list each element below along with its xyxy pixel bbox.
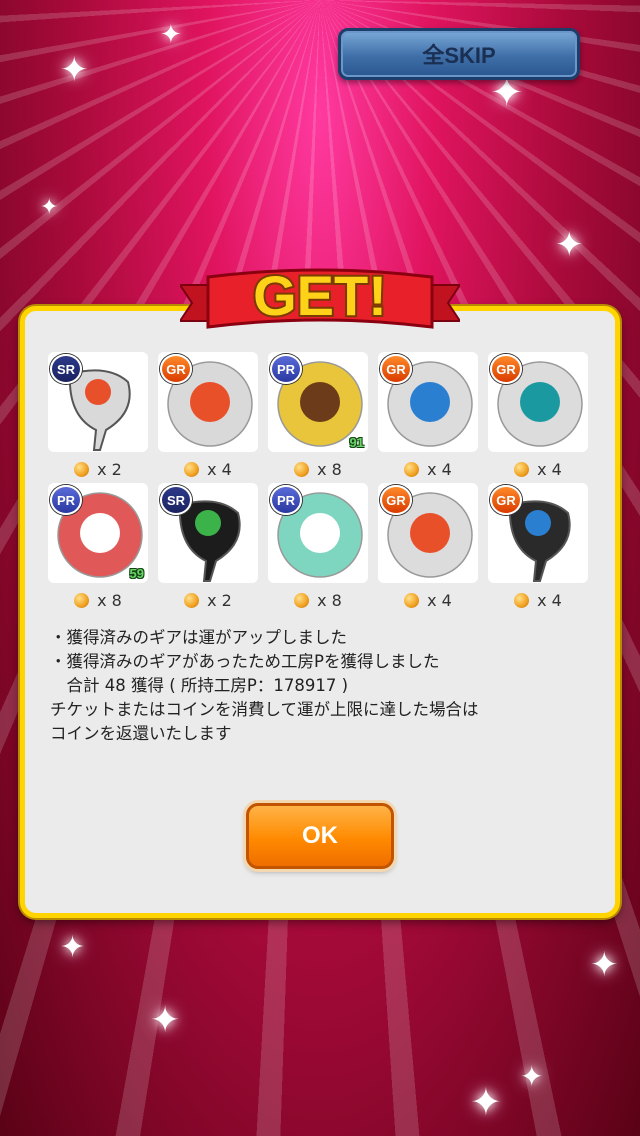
sparkle-icon: ✦ <box>590 945 619 985</box>
item-count-label: x 4 <box>537 590 562 610</box>
coin-icon <box>404 592 420 608</box>
get-banner-text: GET! <box>253 264 387 327</box>
gear-item: GR x 4 <box>158 352 258 480</box>
rarity-badge: GR <box>490 485 522 515</box>
gear-item: GR x 4 <box>378 352 478 480</box>
driver-club-icon: SR <box>158 483 258 583</box>
sparkle-icon: ✦ <box>470 1080 502 1124</box>
message-line: チケットまたはコインを消費して運が上限に達した場合は <box>50 700 479 719</box>
item-count: x 8 <box>268 589 368 611</box>
coin-icon <box>74 461 90 477</box>
rarity-badge: PR <box>270 354 302 384</box>
coin-icon <box>514 592 530 608</box>
item-count-label: x 8 <box>317 459 342 479</box>
golf-ball-icon: PR <box>268 483 368 583</box>
gear-item: GR x 4 <box>488 483 588 611</box>
golf-ball-icon: PR 91 <box>268 352 368 452</box>
coin-icon <box>294 592 310 608</box>
golf-ball-icon: GR <box>158 352 258 452</box>
coin-icon <box>404 461 420 477</box>
item-count: x 4 <box>488 589 588 611</box>
gear-item: GR x 4 <box>488 352 588 480</box>
coin-icon <box>74 592 90 608</box>
message-line: ・獲得済みのギアは運がアップしました <box>50 628 347 647</box>
ok-button[interactable]: OK <box>246 803 394 869</box>
gear-item: SR x 2 <box>158 483 258 611</box>
skip-all-button[interactable]: 全SKIP <box>338 28 580 80</box>
item-count-label: x 8 <box>317 590 342 610</box>
sparkle-icon: ✦ <box>160 20 182 50</box>
item-count-label: x 2 <box>207 590 232 610</box>
item-count: x 4 <box>378 589 478 611</box>
sparkle-icon: ✦ <box>150 1000 181 1041</box>
rarity-badge: GR <box>380 354 412 384</box>
rarity-badge: PR <box>270 485 302 515</box>
luck-value: 59 <box>129 566 144 581</box>
luck-value: 91 <box>349 435 364 450</box>
item-count: x 4 <box>488 458 588 480</box>
rarity-badge: GR <box>160 354 192 384</box>
sparkle-icon: ✦ <box>60 930 86 965</box>
golf-ball-icon: GR <box>488 352 588 452</box>
item-count: x 8 <box>268 458 368 480</box>
gear-item: SR x 2 <box>48 352 148 480</box>
sparkle-icon: ✦ <box>40 195 59 220</box>
item-count: x 8 <box>48 589 148 611</box>
driver-club-icon: GR <box>488 483 588 583</box>
rarity-badge: PR <box>50 485 82 515</box>
item-count-label: x 2 <box>97 459 122 479</box>
rarity-badge: SR <box>50 354 82 384</box>
sparkle-icon: ✦ <box>520 1060 544 1093</box>
golf-ball-icon: PR 59 <box>48 483 148 583</box>
rarity-badge: SR <box>160 485 192 515</box>
coin-icon <box>184 592 200 608</box>
message-line: 合計 48 獲得 ( 所持工房P：178917 ) <box>50 676 349 695</box>
item-count: x 4 <box>378 458 478 480</box>
item-count: x 4 <box>158 458 258 480</box>
item-count-label: x 4 <box>537 459 562 479</box>
gear-item: PR 91 x 8 <box>268 352 368 480</box>
driver-club-icon: SR <box>48 352 148 452</box>
item-count: x 2 <box>158 589 258 611</box>
item-count-label: x 4 <box>207 459 232 479</box>
golf-ball-icon: GR <box>378 483 478 583</box>
item-count-label: x 4 <box>427 590 452 610</box>
coin-icon <box>294 461 310 477</box>
item-count-label: x 8 <box>97 590 122 610</box>
item-count-label: x 4 <box>427 459 452 479</box>
get-banner: GET! <box>180 262 460 329</box>
golf-ball-icon: GR <box>378 352 478 452</box>
coin-icon <box>514 461 530 477</box>
gear-item: GR x 4 <box>378 483 478 611</box>
sparkle-icon: ✦ <box>555 225 584 265</box>
sparkle-icon: ✦ <box>60 50 89 90</box>
gear-item: PR 59 x 8 <box>48 483 148 611</box>
message-line: ・獲得済みのギアがあったため工房Pを獲得しました <box>50 652 440 671</box>
result-message: ・獲得済みのギアは運がアップしました ・獲得済みのギアがあったため工房Pを獲得し… <box>50 626 590 746</box>
rarity-badge: GR <box>490 354 522 384</box>
item-count: x 2 <box>48 458 148 480</box>
gear-item: PR x 8 <box>268 483 368 611</box>
message-line: コインを返還いたします <box>50 724 232 743</box>
rarity-badge: GR <box>380 485 412 515</box>
coin-icon <box>184 461 200 477</box>
